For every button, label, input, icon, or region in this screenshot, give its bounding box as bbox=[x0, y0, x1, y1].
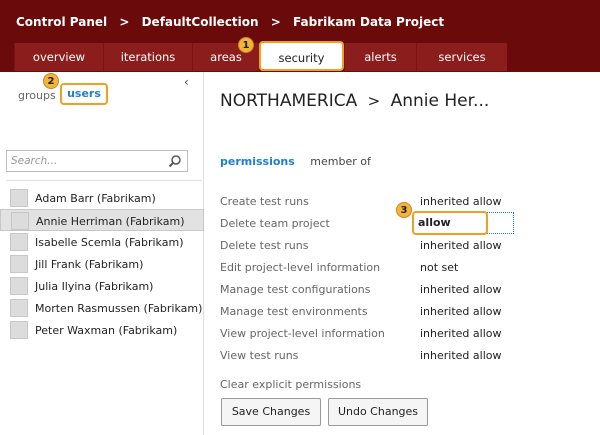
permission-row: Delete test runs inherited allow bbox=[220, 237, 600, 259]
tab-overview[interactable]: overview bbox=[14, 43, 103, 71]
user-name: Adam Barr (Fabrikam) bbox=[35, 192, 156, 205]
permission-row: Manage test environments inherited allow bbox=[220, 303, 600, 325]
user-list-item[interactable]: Peter Waxman (Fabrikam) bbox=[0, 319, 204, 341]
sub-tab-bar: permissions member of bbox=[220, 155, 383, 168]
user-list-item[interactable]: Isabelle Scemla (Fabrikam) bbox=[0, 231, 204, 253]
save-changes-button[interactable]: Save Changes bbox=[221, 398, 321, 426]
user-name: Annie Herriman (Fabrikam) bbox=[36, 215, 185, 228]
permission-name: Delete team project bbox=[220, 217, 330, 230]
user-list-item[interactable]: Jill Frank (Fabrikam) bbox=[0, 253, 204, 275]
user-list-item[interactable]: Julia Ilyina (Fabrikam) bbox=[0, 275, 204, 297]
user-name: Peter Waxman (Fabrikam) bbox=[35, 324, 178, 337]
search-icon[interactable] bbox=[168, 154, 182, 168]
permission-value[interactable]: inherited allow bbox=[420, 349, 502, 362]
user-name: Jill Frank (Fabrikam) bbox=[35, 258, 144, 271]
permission-value[interactable]: inherited allow bbox=[420, 327, 502, 340]
collapse-panel-icon[interactable]: ‹ bbox=[184, 75, 189, 89]
title-group[interactable]: NORTHAMERICA bbox=[220, 91, 357, 111]
permission-row: View test runs inherited allow bbox=[220, 347, 600, 369]
left-panel: ‹ groups users Adam Barr (Fabrikam) Anni… bbox=[0, 72, 204, 435]
breadcrumb-separator: > bbox=[119, 15, 130, 29]
header-bar: Control Panel > DefaultCollection > Fabr… bbox=[0, 0, 600, 72]
callout-badge-3: 3 bbox=[396, 202, 412, 218]
user-avatar-icon bbox=[10, 299, 28, 317]
tab-services[interactable]: services bbox=[416, 43, 507, 71]
user-list-item[interactable]: Adam Barr (Fabrikam) bbox=[0, 187, 204, 209]
title-user: Annie Her... bbox=[390, 91, 490, 111]
permission-row: Delete team project allow bbox=[220, 211, 600, 237]
undo-changes-button[interactable]: Undo Changes bbox=[328, 398, 428, 426]
tab-iterations[interactable]: iterations bbox=[103, 43, 192, 71]
permission-name: View project-level information bbox=[220, 327, 385, 340]
permission-list: Create test runs inherited allow Delete … bbox=[220, 193, 600, 369]
user-avatar-icon bbox=[10, 233, 28, 251]
groups-tab[interactable]: groups bbox=[18, 89, 56, 102]
permission-row: View project-level information inherited… bbox=[220, 325, 600, 347]
user-name: Julia Ilyina (Fabrikam) bbox=[35, 280, 154, 293]
search-input[interactable] bbox=[11, 153, 161, 169]
breadcrumb-control-panel[interactable]: Control Panel bbox=[16, 15, 107, 29]
clear-permissions-link[interactable]: Clear explicit permissions bbox=[220, 378, 361, 391]
permission-dropdown[interactable]: allow bbox=[412, 211, 514, 235]
user-avatar-icon bbox=[10, 189, 28, 207]
page-title: NORTHAMERICA > Annie Her... bbox=[220, 91, 489, 111]
divider bbox=[6, 180, 202, 181]
user-name: Isabelle Scemla (Fabrikam) bbox=[35, 236, 184, 249]
permission-name: Delete test runs bbox=[220, 239, 309, 252]
callout-badge-2: 2 bbox=[43, 73, 59, 89]
permission-name: Manage test environments bbox=[220, 305, 368, 318]
user-name: Morten Rasmussen (Fabrikam) bbox=[35, 302, 203, 315]
permission-row: Manage test configurations inherited all… bbox=[220, 281, 600, 303]
permission-name: View test runs bbox=[220, 349, 299, 362]
user-list-item[interactable]: Morten Rasmussen (Fabrikam) bbox=[0, 297, 204, 319]
callout-badge-1: 1 bbox=[238, 37, 254, 53]
breadcrumb-project: Fabrikam Data Project bbox=[293, 15, 445, 29]
permission-value[interactable]: not set bbox=[420, 261, 458, 274]
permission-name: Manage test configurations bbox=[220, 283, 371, 296]
permission-row: Edit project-level information not set bbox=[220, 259, 600, 281]
user-list: Adam Barr (Fabrikam) Annie Herriman (Fab… bbox=[0, 187, 204, 341]
permission-value[interactable]: inherited allow bbox=[420, 305, 502, 318]
title-separator: > bbox=[367, 92, 381, 110]
tab-permissions[interactable]: permissions bbox=[220, 155, 295, 168]
users-tab[interactable]: users bbox=[60, 83, 108, 105]
permission-name: Create test runs bbox=[220, 195, 309, 208]
tab-security[interactable]: security bbox=[259, 41, 344, 71]
breadcrumb-collection[interactable]: DefaultCollection bbox=[142, 15, 259, 29]
user-avatar-icon bbox=[10, 255, 28, 273]
permission-dropdown-value[interactable]: allow bbox=[412, 211, 488, 235]
user-list-item-selected[interactable]: Annie Herriman (Fabrikam) bbox=[0, 209, 204, 231]
tab-member-of[interactable]: member of bbox=[310, 155, 371, 168]
permission-value[interactable]: inherited allow bbox=[420, 283, 502, 296]
user-avatar-icon bbox=[11, 212, 29, 230]
search-box bbox=[6, 150, 188, 172]
right-panel: NORTHAMERICA > Annie Her... permissions … bbox=[205, 72, 600, 435]
breadcrumb: Control Panel > DefaultCollection > Fabr… bbox=[16, 15, 444, 29]
user-avatar-icon bbox=[10, 277, 28, 295]
permission-value[interactable]: inherited allow bbox=[420, 195, 502, 208]
permission-name: Edit project-level information bbox=[220, 261, 381, 274]
tab-alerts[interactable]: alerts bbox=[344, 43, 416, 71]
permission-value[interactable]: inherited allow bbox=[420, 239, 502, 252]
user-avatar-icon bbox=[10, 321, 28, 339]
breadcrumb-separator: > bbox=[270, 15, 281, 29]
